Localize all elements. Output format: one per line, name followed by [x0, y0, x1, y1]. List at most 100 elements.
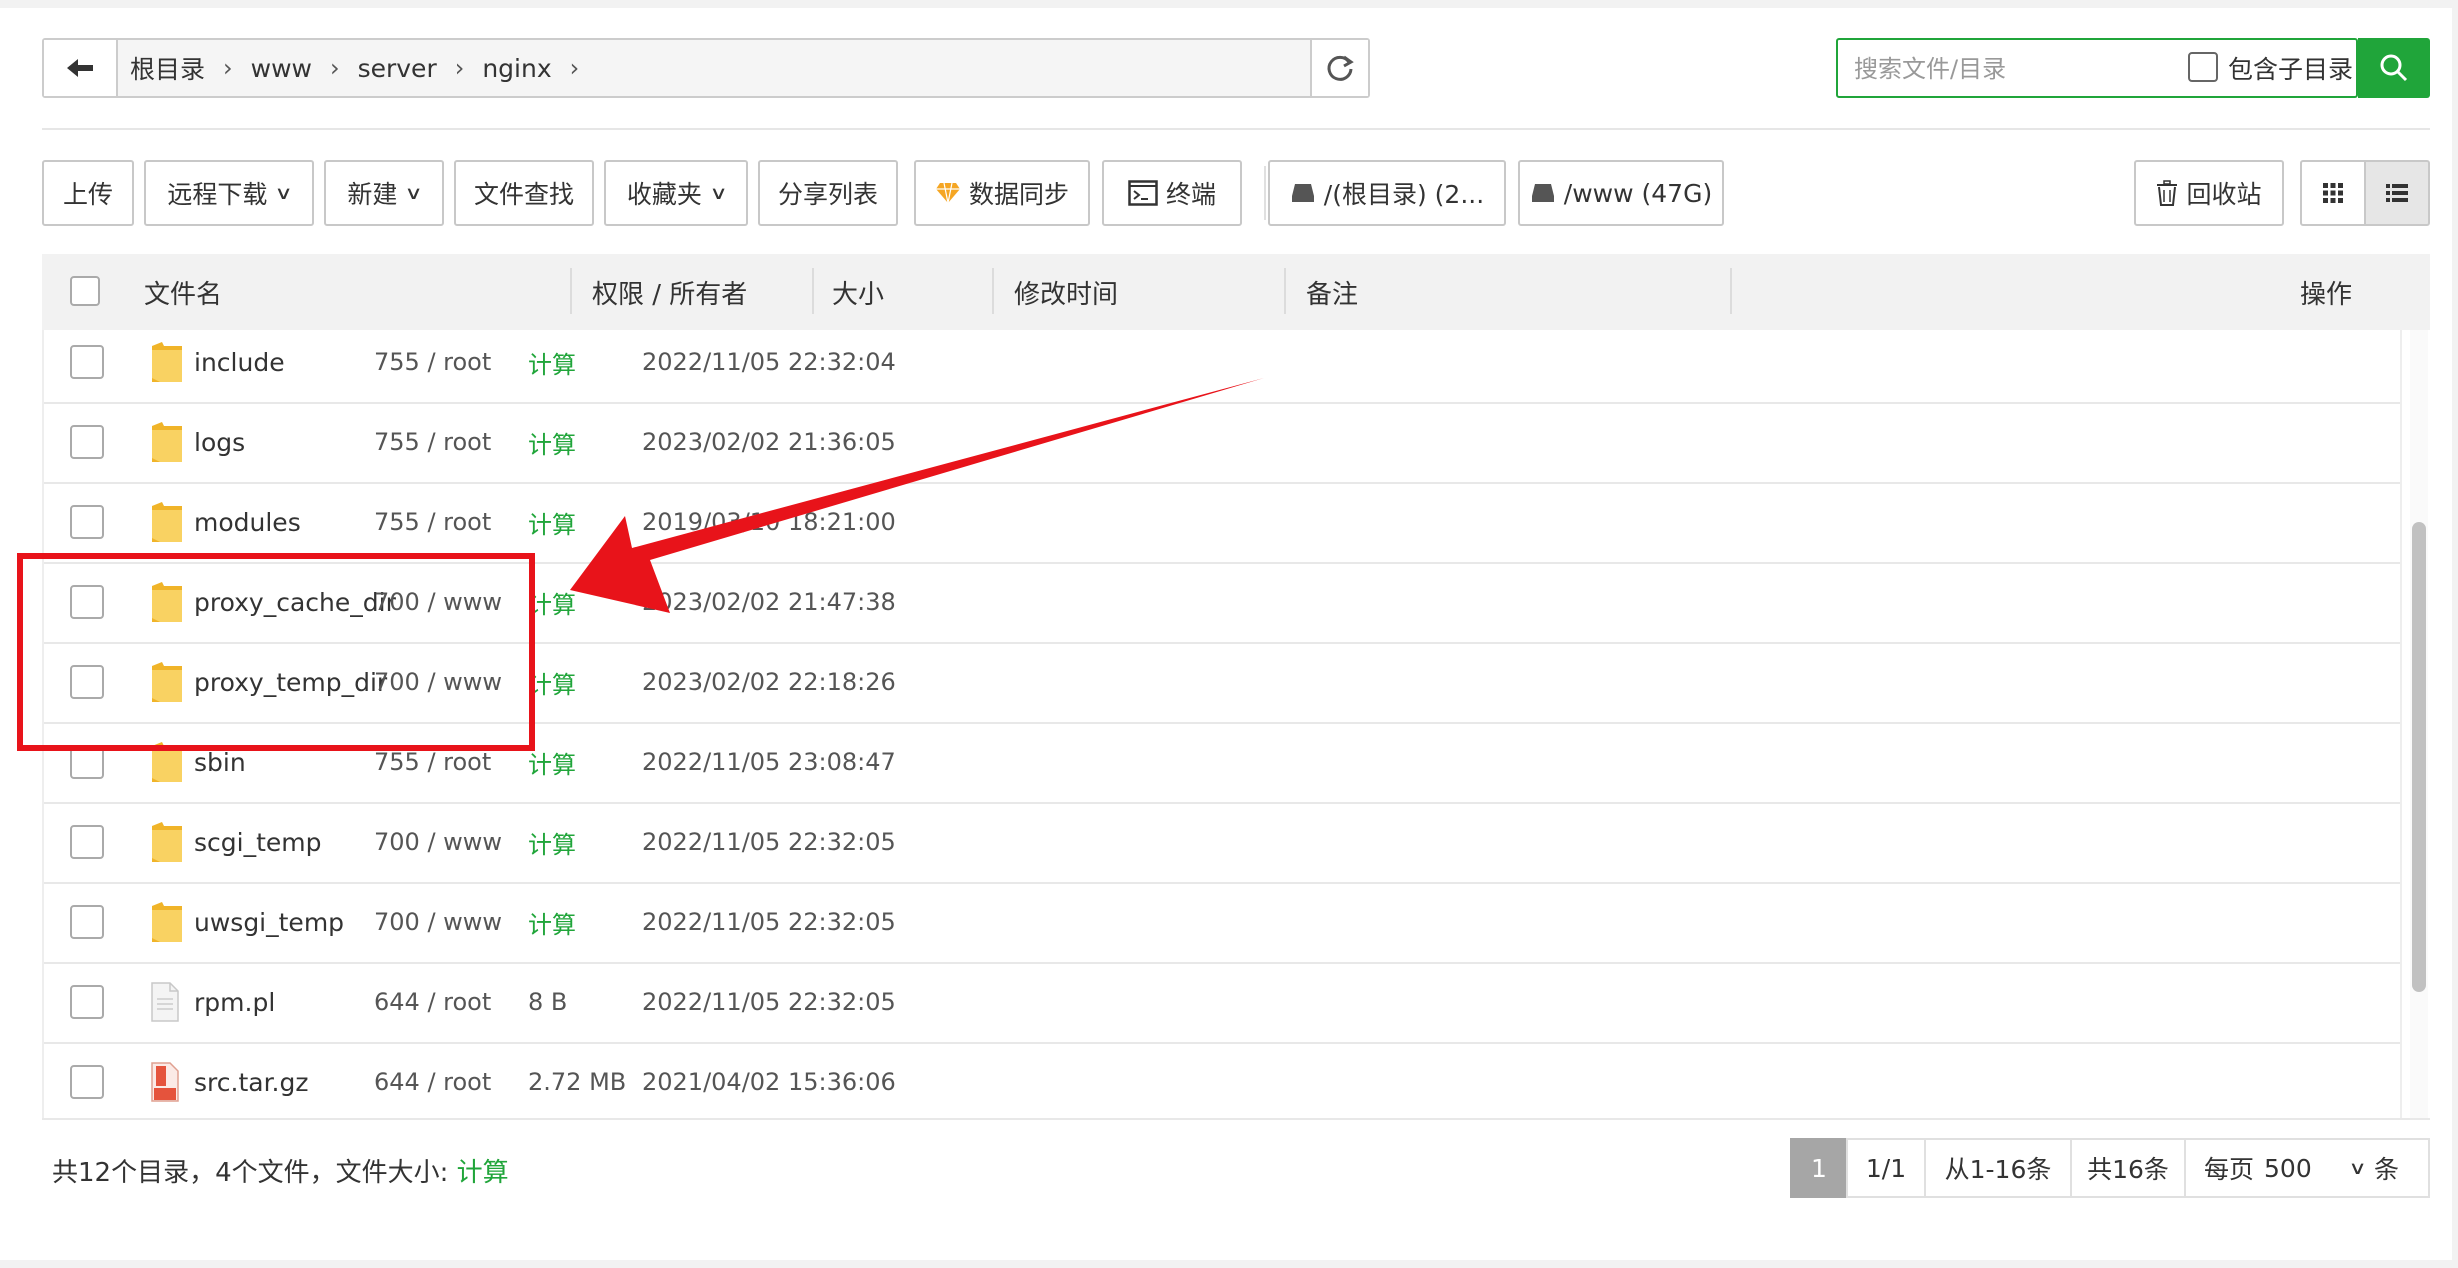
table-row[interactable]: modules 755 / root 计算 2019/03/10 18:21:00: [44, 482, 2400, 564]
terminal-button[interactable]: 终端: [1102, 160, 1242, 226]
modified-time: 2021/04/02 15:36:06: [642, 1068, 896, 1096]
file-size[interactable]: 计算: [528, 722, 576, 802]
file-size[interactable]: 计算: [528, 562, 576, 642]
file-name[interactable]: proxy_temp_dir: [194, 642, 387, 722]
file-name[interactable]: src.tar.gz: [194, 1042, 309, 1118]
table-row[interactable]: scgi_temp 700 / www 计算 2022/11/05 22:32:05: [44, 802, 2400, 884]
include-subdir-checkbox[interactable]: [2188, 52, 2218, 82]
permission[interactable]: 700 / www: [374, 882, 502, 962]
breadcrumb-item[interactable]: www: [251, 54, 312, 83]
file-list: include 755 / root 计算 2022/11/05 22:32:04 lo…: [42, 330, 2402, 1118]
column-header-mtime[interactable]: 修改时间: [1014, 254, 1118, 330]
table-row[interactable]: proxy_temp_dir 700 / www 计算 2023/02/02 22:1…: [44, 642, 2400, 724]
disk-www-button[interactable]: /www (47G): [1518, 160, 1724, 226]
total-count: 共16条: [2070, 1138, 2186, 1198]
favorites-button[interactable]: 收藏夹 ∨: [604, 160, 748, 226]
per-page-select[interactable]: 500 ∨: [2264, 1154, 2367, 1183]
row-checkbox[interactable]: [70, 985, 104, 1019]
file-name[interactable]: proxy_cache_dir: [194, 562, 396, 642]
search-input[interactable]: [1852, 48, 2156, 90]
permission[interactable]: 755 / root: [374, 722, 491, 802]
summary-calc-link[interactable]: 计算: [457, 1158, 509, 1188]
table-row[interactable]: logs 755 / root 计算 2023/02/02 21:36:05: [44, 402, 2400, 484]
modified-time: 2022/11/05 23:08:47: [642, 748, 896, 776]
table-row[interactable]: proxy_cache_dir 700 / www 计算 2023/02/02 21:…: [44, 562, 2400, 644]
new-button[interactable]: 新建 ∨: [324, 160, 444, 226]
row-checkbox[interactable]: [70, 505, 104, 539]
file-name[interactable]: include: [194, 330, 285, 402]
chevron-down-icon: ∨: [2348, 1157, 2367, 1179]
file-name[interactable]: uwsgi_temp: [194, 882, 344, 962]
list-icon: [2386, 184, 2408, 202]
grid-view-button[interactable]: [2300, 160, 2366, 226]
permission[interactable]: 700 / www: [374, 642, 502, 722]
recycle-bin-button[interactable]: 回收站: [2134, 160, 2284, 226]
refresh-button[interactable]: [1310, 40, 1368, 96]
breadcrumb-item[interactable]: nginx: [482, 54, 551, 83]
file-name[interactable]: scgi_temp: [194, 802, 322, 882]
row-checkbox[interactable]: [70, 665, 104, 699]
table-row[interactable]: include 755 / root 计算 2022/11/05 22:32:04: [44, 330, 2400, 404]
modified-time: 2022/11/05 22:32:05: [642, 908, 896, 936]
modified-time: 2023/02/02 22:18:26: [642, 668, 896, 696]
row-checkbox[interactable]: [70, 825, 104, 859]
back-button[interactable]: [44, 40, 118, 96]
row-checkbox[interactable]: [70, 345, 104, 379]
data-sync-button[interactable]: 数据同步: [914, 160, 1090, 226]
column-header-perm[interactable]: 权限 / 所有者: [592, 254, 747, 330]
file-search-button[interactable]: 文件查找: [454, 160, 594, 226]
file-size[interactable]: 计算: [528, 330, 576, 402]
file-size[interactable]: 计算: [528, 642, 576, 722]
file-name[interactable]: logs: [194, 402, 245, 482]
file-size[interactable]: 计算: [528, 882, 576, 962]
column-header-note: 备注: [1306, 279, 1359, 310]
remote-download-button[interactable]: 远程下载 ∨: [144, 160, 314, 226]
hard-drive-icon: [1291, 184, 1314, 202]
file-name[interactable]: sbin: [194, 722, 246, 802]
search-button[interactable]: [2358, 38, 2430, 98]
file-size[interactable]: 计算: [528, 402, 576, 482]
terminal-icon: [1128, 180, 1158, 206]
column-header-size[interactable]: 大小: [832, 254, 884, 330]
breadcrumb-item[interactable]: server: [358, 54, 437, 83]
modified-time: 2023/02/02 21:47:38: [642, 588, 896, 616]
chevron-down-icon: ∨: [274, 182, 294, 204]
row-checkbox[interactable]: [70, 905, 104, 939]
row-checkbox[interactable]: [70, 1065, 104, 1099]
select-all-checkbox[interactable]: [70, 276, 100, 306]
summary-text: 共12个目录，4个文件，文件大小: 计算: [52, 1152, 509, 1189]
permission[interactable]: 644 / root: [374, 1042, 491, 1118]
permission[interactable]: 644 / root: [374, 962, 491, 1042]
scrollbar-thumb[interactable]: [2412, 522, 2426, 992]
table-row[interactable]: uwsgi_temp 700 / www 计算 2022/11/05 22:32:05: [44, 882, 2400, 964]
row-checkbox[interactable]: [70, 585, 104, 619]
modified-time: 2023/02/02 21:36:05: [642, 428, 896, 456]
row-checkbox[interactable]: [70, 745, 104, 779]
remote-download-label: 远程下载: [167, 180, 268, 209]
permission[interactable]: 755 / root: [374, 482, 491, 562]
file-size[interactable]: 计算: [528, 802, 576, 882]
row-checkbox[interactable]: [70, 425, 104, 459]
share-list-button[interactable]: 分享列表: [758, 160, 898, 226]
upload-button[interactable]: 上传: [42, 160, 134, 226]
list-view-button[interactable]: [2364, 160, 2430, 226]
permission[interactable]: 755 / root: [374, 330, 491, 402]
file-icon: [150, 962, 180, 1042]
table-row[interactable]: sbin 755 / root 计算 2022/11/05 23:08:47: [44, 722, 2400, 804]
trash-icon: [2157, 180, 2178, 206]
permission[interactable]: 700 / www: [374, 802, 502, 882]
page-current[interactable]: 1: [1790, 1138, 1848, 1198]
permission[interactable]: 700 / www: [374, 562, 502, 642]
grid-icon: [2323, 183, 2343, 203]
table-row[interactable]: src.tar.gz 644 / root 2.72 MB 2021/04/02 15…: [44, 1042, 2400, 1118]
breadcrumb-item[interactable]: 根目录: [130, 50, 205, 86]
column-header-name[interactable]: 文件名: [144, 254, 222, 330]
table-row[interactable]: rpm.pl 644 / root 8 B 2022/11/05 22:32:05: [44, 962, 2400, 1044]
file-size[interactable]: 计算: [528, 482, 576, 562]
file-name[interactable]: modules: [194, 482, 301, 562]
divider: [42, 128, 2430, 130]
permission[interactable]: 755 / root: [374, 402, 491, 482]
file-name[interactable]: rpm.pl: [194, 962, 275, 1042]
per-page-label: 每页: [2204, 1155, 2255, 1184]
disk-root-button[interactable]: /(根目录) (2...: [1268, 160, 1506, 226]
